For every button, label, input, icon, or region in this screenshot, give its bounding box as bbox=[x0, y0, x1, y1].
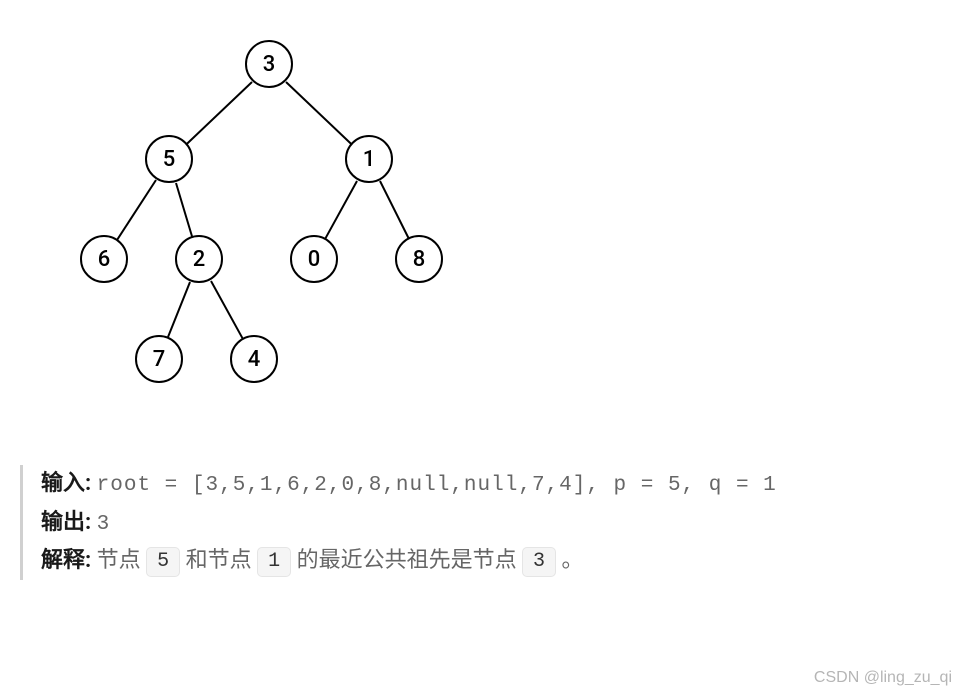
binary-tree-diagram: 3 5 1 62 0 8 74 bbox=[50, 30, 470, 430]
tree-node: 4 bbox=[230, 335, 278, 383]
example-block: 输入: root = [3,5,1,6,2,0,8,null,null,7,4]… bbox=[20, 465, 950, 580]
tree-edge bbox=[286, 81, 353, 144]
tree-node: 6 bbox=[80, 235, 128, 283]
tree-node: 5 bbox=[145, 135, 193, 183]
tree-edge bbox=[325, 181, 359, 240]
tree-edge bbox=[186, 81, 253, 144]
input-label: 输入: bbox=[41, 471, 91, 496]
tree-node: 3 bbox=[245, 40, 293, 88]
explain-text-3: 的最近公共祖先是节点 bbox=[297, 548, 522, 573]
tree-edge bbox=[116, 180, 157, 241]
watermark: CSDN @ling_zu_qi bbox=[814, 669, 952, 687]
node-badge-1: 5 bbox=[146, 547, 180, 577]
explain-text-4: 。 bbox=[562, 548, 584, 573]
input-line: 输入: root = [3,5,1,6,2,0,8,null,null,7,4]… bbox=[41, 465, 950, 504]
explain-label: 解释: bbox=[41, 548, 91, 573]
output-value: 3 bbox=[97, 513, 111, 536]
explain-line: 解释: 节点 5 和节点 1 的最近公共祖先是节点 3 。 bbox=[41, 542, 950, 579]
explain-text-1: 节点 bbox=[97, 548, 146, 573]
tree-edge bbox=[379, 181, 409, 239]
input-value: root = [3,5,1,6,2,0,8,null,null,7,4], p … bbox=[97, 474, 777, 497]
output-label: 输出: bbox=[41, 510, 91, 535]
tree-node: 8 bbox=[395, 235, 443, 283]
tree-node: 7 bbox=[135, 335, 183, 383]
node-badge-2: 1 bbox=[257, 547, 291, 577]
node-badge-3: 3 bbox=[522, 547, 556, 577]
explain-text-2: 和节点 bbox=[186, 548, 257, 573]
tree-edge bbox=[167, 282, 191, 338]
tree-node: 0 bbox=[290, 235, 338, 283]
tree-node: 2 bbox=[175, 235, 223, 283]
tree-node: 1 bbox=[345, 135, 393, 183]
tree-edge bbox=[210, 281, 244, 340]
output-line: 输出: 3 bbox=[41, 504, 950, 543]
tree-edge bbox=[175, 183, 193, 238]
